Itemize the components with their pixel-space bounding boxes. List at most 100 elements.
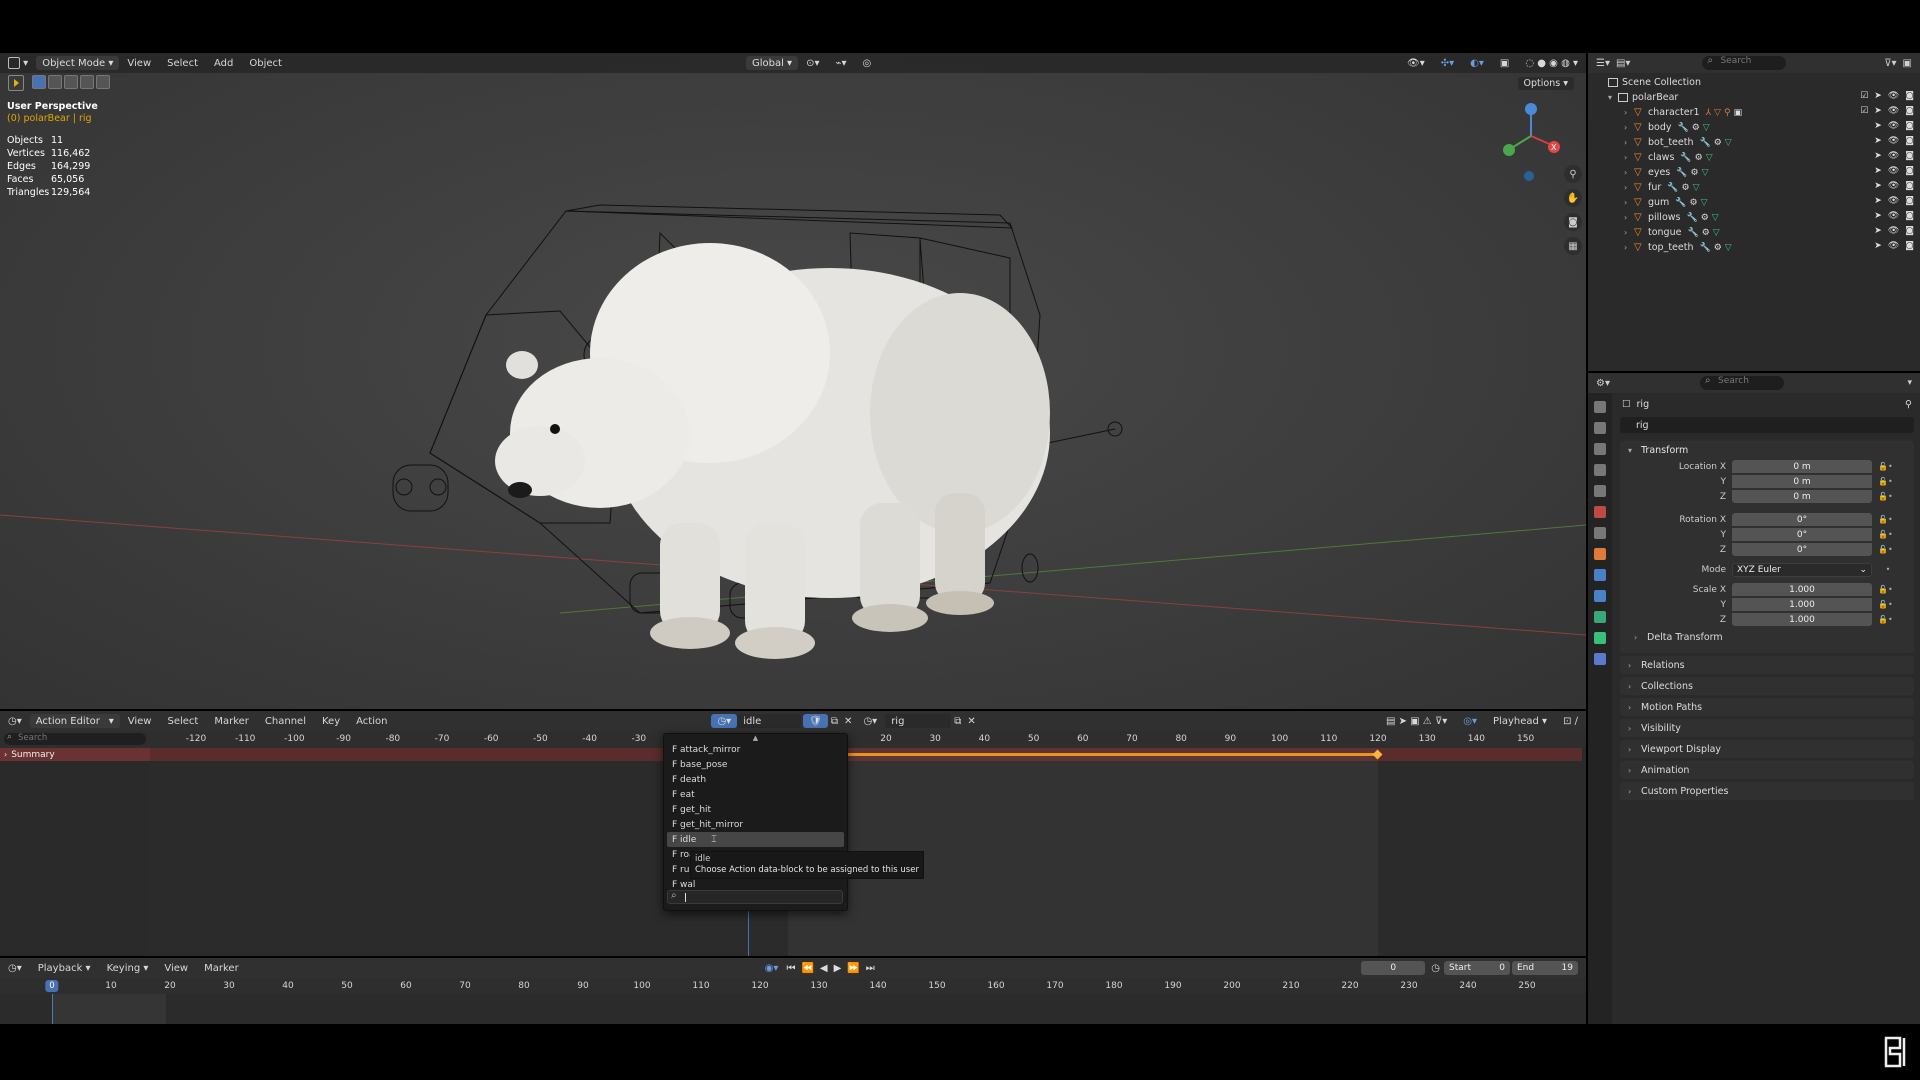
lock-icon[interactable]: 🔓• bbox=[1872, 615, 1898, 624]
new-collection-icon[interactable]: ▣ bbox=[1903, 58, 1912, 69]
modifier-tab-icon[interactable] bbox=[1594, 569, 1606, 581]
snap-icon[interactable]: ⌁▾ bbox=[827, 58, 854, 69]
3d-viewport[interactable]: ▾ Object Mode ▾ View Select Add Object G… bbox=[0, 53, 1586, 709]
chevron-right-icon[interactable]: › bbox=[1624, 108, 1634, 117]
mesh-icon[interactable]: ▽ bbox=[1693, 183, 1700, 193]
select-arrow-icon[interactable]: ➤ bbox=[1874, 181, 1882, 191]
select-intersect-icon[interactable] bbox=[96, 75, 110, 89]
action-item[interactable]: F base_pose bbox=[667, 757, 844, 772]
wrench-icon[interactable]: 🔧 bbox=[1699, 138, 1710, 148]
menu-marker[interactable]: Marker bbox=[196, 963, 247, 974]
camera-icon[interactable]: ◙ bbox=[1905, 196, 1914, 206]
action-item[interactable]: F eat bbox=[667, 787, 844, 802]
panel-collections[interactable]: › Collections bbox=[1620, 677, 1914, 695]
gizmo-icon[interactable]: ✣▾ bbox=[1433, 58, 1462, 69]
outliner-item-fur[interactable]: › ▽ fur 🔧 ⚙ ▽ ➤ 👁 ◙ bbox=[1588, 180, 1920, 195]
object-tab-icon[interactable] bbox=[1594, 548, 1606, 560]
mesh-icon[interactable]: ▽ bbox=[1725, 138, 1732, 148]
modifier-icon[interactable]: ⚙ bbox=[1682, 183, 1690, 193]
close-icon[interactable]: ✕ bbox=[964, 716, 978, 727]
zoom-icon[interactable]: ⚲ bbox=[1564, 165, 1582, 183]
physics-tab-icon[interactable] bbox=[1594, 590, 1606, 602]
menu-key[interactable]: Key bbox=[314, 716, 348, 727]
outliner-item-bot-teeth[interactable]: › ▽ bot_teeth 🔧 ⚙ ▽ ➤ 👁 ◙ bbox=[1588, 135, 1920, 150]
eye-icon[interactable]: 👁 bbox=[1888, 211, 1899, 221]
play-reverse-icon[interactable]: ◀ bbox=[820, 963, 828, 974]
collection-tab-icon[interactable] bbox=[1594, 527, 1606, 539]
scale-x-field[interactable]: 1.000 bbox=[1732, 583, 1872, 596]
menu-view[interactable]: View bbox=[119, 58, 159, 69]
checkbox-icon[interactable]: ☑ bbox=[1860, 106, 1868, 116]
properties-type-icon[interactable]: ⚙▾ bbox=[1596, 378, 1610, 389]
duplicate-icon[interactable]: ⧉ bbox=[951, 716, 964, 727]
location-x-field[interactable]: 0 m bbox=[1732, 460, 1872, 473]
eye-icon[interactable]: 👁 bbox=[1888, 166, 1899, 176]
action-item[interactable]: F get_hit_mirror bbox=[667, 817, 844, 832]
proportional-edit-icon[interactable]: ◎ bbox=[855, 58, 880, 69]
wrench-icon[interactable]: 🔧 bbox=[1687, 228, 1698, 238]
outliner-item-pillows[interactable]: › ▽ pillows 🔧 ⚙ ▽ ➤ 👁 ◙ bbox=[1588, 210, 1920, 225]
chevron-right-icon[interactable]: › bbox=[1624, 168, 1634, 177]
editor-type-icon[interactable]: ▾ bbox=[0, 57, 36, 69]
outliner-item-body[interactable]: › ▽ body 🔧 ⚙ ▽ ➤ 👁 ◙ bbox=[1588, 120, 1920, 135]
menu-select[interactable]: Select bbox=[159, 58, 206, 69]
wrench-icon[interactable]: 🔧 bbox=[1676, 168, 1687, 178]
menu-channel[interactable]: Channel bbox=[257, 716, 314, 727]
bone-tab-icon[interactable] bbox=[1594, 653, 1606, 665]
menu-object[interactable]: Object bbox=[241, 58, 290, 69]
editor-type-icon[interactable]: ◷▾ bbox=[0, 716, 30, 727]
data-tab-icon[interactable] bbox=[1594, 632, 1606, 644]
mode-dropdown[interactable]: Object Mode ▾ bbox=[36, 56, 120, 70]
scale-z-field[interactable]: 1.000 bbox=[1732, 613, 1872, 626]
select-arrow-icon[interactable]: ➤ bbox=[1874, 226, 1882, 236]
modifier-icon[interactable]: ⚙ bbox=[1714, 138, 1722, 148]
eye-icon[interactable]: 👁 bbox=[1888, 241, 1899, 251]
slot-icon[interactable]: ◷▾ bbox=[855, 716, 885, 727]
properties-editor[interactable]: ⚙▾ Search ▾ ☐ rig ⚲ rig ▾ bbox=[1588, 373, 1920, 1024]
display-mode-icon[interactable]: ▤▾ bbox=[1616, 58, 1630, 69]
transform-header[interactable]: ▾ Transform bbox=[1620, 441, 1914, 459]
select-extend-icon[interactable] bbox=[48, 75, 62, 89]
orientation-dropdown[interactable]: Global ▾ bbox=[745, 56, 799, 70]
object-name-field[interactable]: rig bbox=[1620, 417, 1914, 433]
lock-icon[interactable]: 🔓• bbox=[1872, 600, 1898, 609]
camera-icon[interactable]: ◙ bbox=[1905, 121, 1914, 131]
eye-icon[interactable]: 👁 bbox=[1888, 151, 1899, 161]
eye-icon[interactable]: 👁 bbox=[1888, 226, 1899, 236]
eye-icon[interactable]: 👁 bbox=[1888, 196, 1899, 206]
menu-view[interactable]: View bbox=[120, 716, 160, 727]
overlay-icon[interactable]: ◐▾ bbox=[1462, 58, 1492, 69]
rotation-mode-select[interactable]: XYZ Euler ⌄ bbox=[1732, 562, 1872, 577]
tool-tab-icon[interactable] bbox=[1594, 401, 1606, 413]
view-layer-tab-icon[interactable] bbox=[1594, 464, 1606, 476]
rotation-y-field[interactable]: 0° bbox=[1732, 528, 1872, 541]
eye-icon[interactable]: 👁 bbox=[1888, 136, 1899, 146]
action-item[interactable]: F death bbox=[667, 772, 844, 787]
select-arrow-icon[interactable]: ➤ bbox=[1874, 91, 1882, 101]
properties-search[interactable]: Search bbox=[1699, 375, 1784, 390]
wrench-icon[interactable]: 🔧 bbox=[1686, 213, 1697, 223]
wrench-icon[interactable]: 🔧 bbox=[1675, 198, 1686, 208]
chevron-right-icon[interactable]: › bbox=[1624, 243, 1634, 252]
collection-row[interactable]: ▾ polarBear ☑ ➤ 👁 ◙ bbox=[1588, 90, 1920, 105]
modifier-icon[interactable]: ⚙ bbox=[1701, 213, 1709, 223]
start-frame-field[interactable]: Start 0 bbox=[1444, 961, 1510, 975]
timeline-ruler[interactable]: 10 20 30 40 50 60 70 80 90 100 110 120 130 140 150 160 1… bbox=[0, 978, 1586, 994]
panel-custom-properties[interactable]: › Custom Properties bbox=[1620, 782, 1914, 800]
camera-icon[interactable]: ◙ bbox=[1905, 136, 1914, 146]
render-tab-icon[interactable] bbox=[1594, 422, 1606, 434]
wrench-icon[interactable]: 🔧 bbox=[1680, 153, 1691, 163]
channel-search[interactable]: Search bbox=[4, 732, 146, 745]
pin-icon[interactable]: ⚲ bbox=[1905, 399, 1912, 410]
menu-view[interactable]: View bbox=[156, 963, 196, 974]
filter-icons[interactable]: ▤ ➤ ▣ ⚠ ⊽▾ bbox=[1378, 716, 1455, 727]
playhead-dropdown[interactable]: Playhead ▾ bbox=[1485, 716, 1555, 727]
timeline[interactable]: ◷▾ Playback ▾ Keying ▾ View Marker ◉▾ ⏮ … bbox=[0, 958, 1586, 1024]
action-search-input[interactable] bbox=[667, 890, 843, 904]
menu-action[interactable]: Action bbox=[348, 716, 395, 727]
options-button[interactable]: Options ▾ bbox=[1517, 77, 1574, 90]
constraint-icon[interactable]: ▽ bbox=[1714, 108, 1721, 118]
playhead-marker[interactable]: 0 bbox=[45, 980, 59, 992]
modifier-icon[interactable]: ⚙ bbox=[1702, 228, 1710, 238]
timeline-track[interactable] bbox=[0, 994, 1586, 1024]
